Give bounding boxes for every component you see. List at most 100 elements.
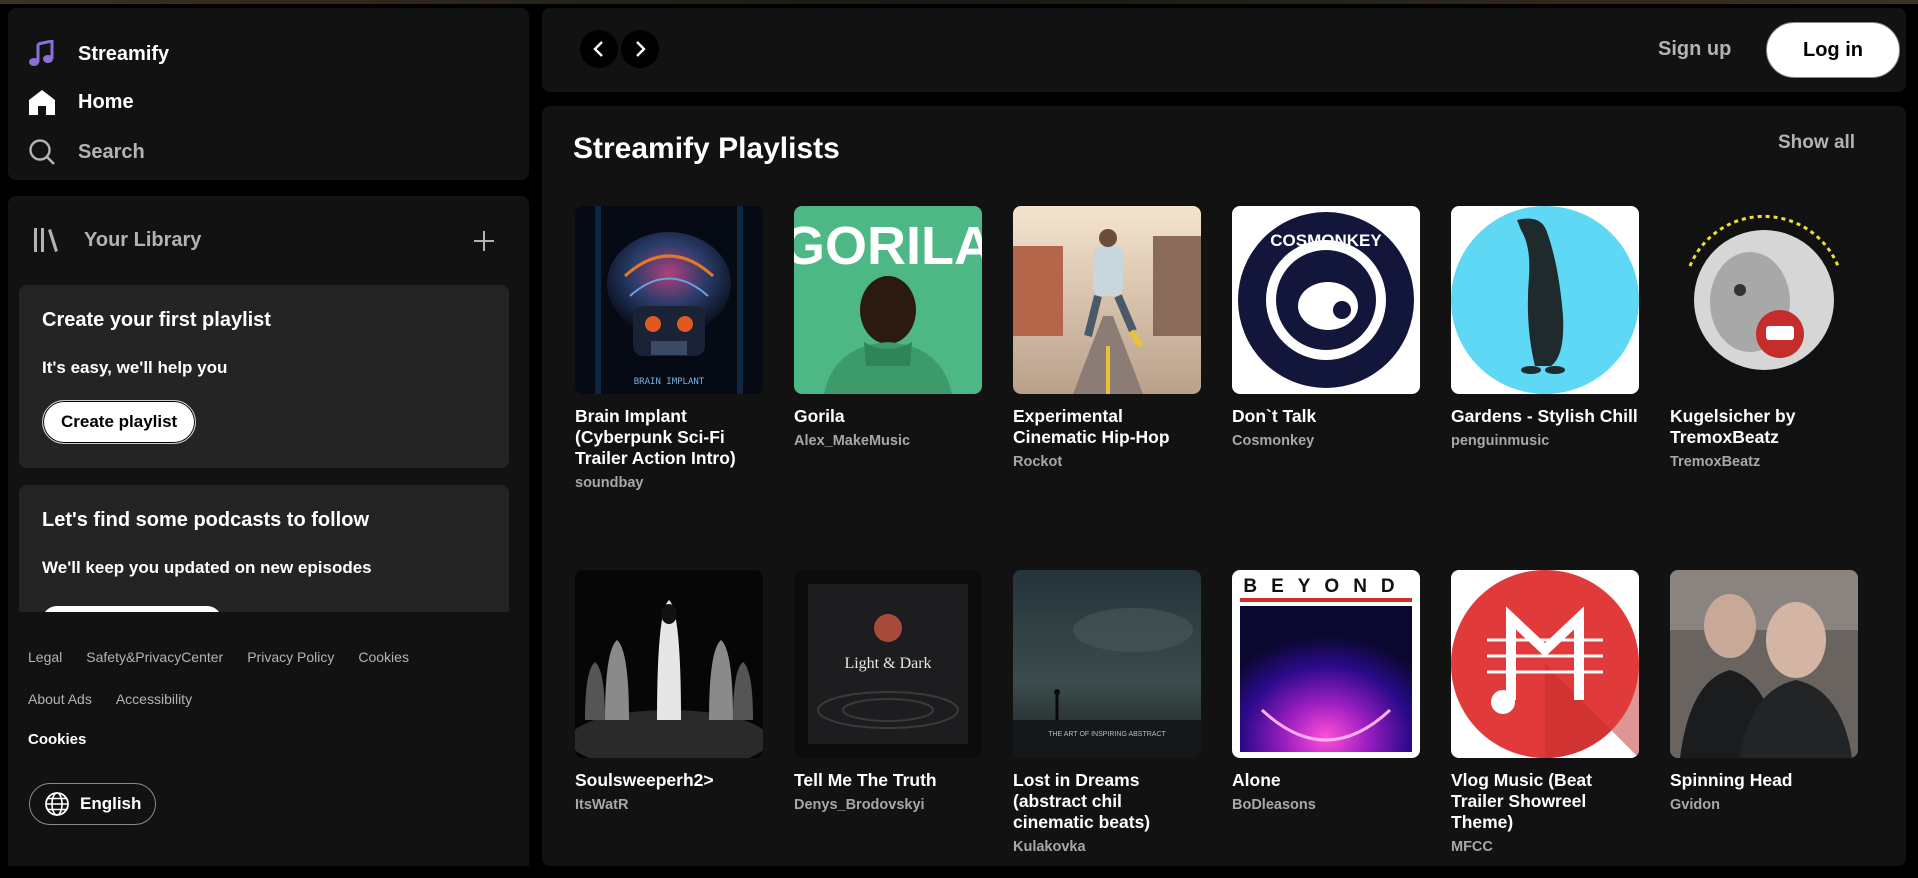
cover-text: GORILA	[794, 216, 982, 276]
playlist-title: Spinning Head	[1670, 770, 1793, 790]
playlist-cover: BRAIN IMPLANT	[575, 206, 763, 394]
playlist-card[interactable]: BRAIN IMPLANT Brain Implant (Cyberpunk S…	[575, 206, 765, 491]
show-all-link[interactable]: Show all	[1778, 132, 1855, 154]
nav-panel: Streamify Home Search	[8, 8, 529, 180]
about-ads-link[interactable]: About Ads	[28, 691, 92, 707]
playlist-artist[interactable]: Gvidon	[1670, 797, 1860, 813]
cover-text: BEYOND	[1243, 576, 1408, 597]
playlist-title: Experimental Cinematic Hip-Hop	[1013, 406, 1170, 447]
lost-in-dreams-cover-art: THE ART OF INSPIRING ABSTRACT	[1013, 570, 1201, 758]
legal-links-row: About Ads Accessibility	[28, 691, 192, 707]
main-content: Streamify Playlists Show all BRAIN IMPLA…	[542, 106, 1906, 866]
cover-text: BRAIN IMPLANT	[634, 377, 705, 387]
playlist-cover	[1670, 206, 1858, 394]
safety-privacy-link[interactable]: Safety&PrivacyCenter	[86, 649, 223, 665]
privacy-policy-link[interactable]: Privacy Policy	[247, 649, 334, 665]
library-icon	[34, 228, 58, 252]
playlist-card[interactable]: COSMONKEY Don`t Talk Cosmonkey	[1232, 206, 1422, 449]
playlist-artist[interactable]: TremoxBeatz	[1670, 454, 1860, 470]
globe-icon	[45, 792, 69, 816]
playlist-artist[interactable]: penguinmusic	[1451, 433, 1641, 449]
playlist-card[interactable]: Vlog Music (Beat Trailer Showreel Theme)…	[1451, 570, 1641, 855]
spinning-head-cover-art	[1670, 570, 1858, 758]
beyond-cover-art: BEYOND	[1232, 570, 1420, 758]
card-subtitle: It's easy, we'll help you	[42, 358, 228, 377]
playlist-cover: THE ART OF INSPIRING ABSTRACT	[1013, 570, 1201, 758]
nav-home[interactable]: Home	[28, 88, 134, 116]
playlist-card[interactable]: Spinning Head Gvidon	[1670, 570, 1860, 813]
playlist-artist[interactable]: ItsWatR	[575, 797, 765, 813]
legal-link[interactable]: Legal	[28, 649, 62, 665]
music-note-icon	[29, 40, 54, 66]
street-dancer-cover-art	[1013, 206, 1201, 394]
gorila-cover-art: GORILA	[794, 206, 982, 394]
plus-icon[interactable]	[469, 226, 499, 256]
playlist-cover	[1451, 206, 1639, 394]
tremoxbeatz-cover-art	[1670, 206, 1858, 394]
playlist-card[interactable]: GORILA Gorila Alex_MakeMusic	[794, 206, 984, 449]
playlist-title: Brain Implant (Cyberpunk Sci-Fi Trailer …	[575, 406, 736, 468]
language-button[interactable]: English	[29, 783, 157, 825]
playlist-title: Gardens - Stylish Chill	[1451, 406, 1638, 426]
playlist-title: Vlog Music (Beat Trailer Showreel Theme)	[1451, 770, 1592, 832]
light-dark-cover-art: Light & Dark	[794, 570, 982, 758]
library-header[interactable]: Your Library	[32, 226, 201, 254]
playlist-card[interactable]: Kugelsicher by TremoxBeatz TremoxBeatz	[1670, 206, 1860, 470]
brand-link[interactable]: Streamify	[28, 40, 169, 68]
nav-home-label: Home	[78, 90, 134, 113]
playlist-artist[interactable]: soundbay	[575, 475, 765, 491]
playlist-artist[interactable]: Kulakovka	[1013, 839, 1203, 855]
playlist-cover	[1451, 570, 1639, 758]
playlist-artist[interactable]: Alex_MakeMusic	[794, 433, 984, 449]
top-bar: Sign up Log in	[542, 8, 1906, 92]
back-button[interactable]	[580, 30, 618, 68]
search-icon	[29, 139, 55, 165]
window-top-edge	[0, 0, 1918, 4]
create-playlist-card: Create your first playlist It's easy, we…	[19, 285, 509, 468]
playlist-card[interactable]: BEYOND Alone BoDleasons	[1232, 570, 1422, 813]
accessibility-link[interactable]: Accessibility	[116, 691, 192, 707]
playlist-cover	[575, 570, 763, 758]
soulsweeper-cover-art	[575, 570, 763, 758]
section-title[interactable]: Streamify Playlists	[573, 132, 840, 166]
library-title: Your Library	[84, 228, 202, 251]
chevron-left-icon	[593, 41, 603, 57]
cover-text: THE ART OF INSPIRING ABSTRACT	[1048, 731, 1166, 738]
forward-button[interactable]	[621, 30, 659, 68]
playlist-artist[interactable]: BoDleasons	[1232, 797, 1422, 813]
playlist-card[interactable]: Experimental Cinematic Hip-Hop Rockot	[1013, 206, 1203, 470]
playlist-cover: GORILA	[794, 206, 982, 394]
cookies-settings-link[interactable]: Cookies	[28, 731, 86, 748]
playlist-title: Lost in Dreams (abstract chil cinematic …	[1013, 770, 1151, 832]
nav-search[interactable]: Search	[28, 138, 145, 166]
playlist-card[interactable]: Soulsweeperh2> ItsWatR	[575, 570, 765, 813]
playlist-artist[interactable]: Rockot	[1013, 454, 1203, 470]
log-in-button[interactable]: Log in	[1766, 22, 1900, 78]
cookies-link[interactable]: Cookies	[358, 649, 409, 665]
playlist-title: Soulsweeperh2>	[575, 770, 714, 790]
brand-name: Streamify	[78, 42, 170, 65]
nav-search-label: Search	[78, 140, 145, 163]
create-playlist-button[interactable]: Create playlist	[42, 400, 197, 444]
cover-text: COSMONKEY	[1270, 231, 1382, 250]
playlist-title: Kugelsicher by TremoxBeatz	[1670, 406, 1796, 447]
playlist-cover: BEYOND	[1232, 570, 1420, 758]
sidebar-footer: Legal Safety&PrivacyCenter Privacy Polic…	[8, 612, 529, 866]
playlist-card[interactable]: THE ART OF INSPIRING ABSTRACT Lost in Dr…	[1013, 570, 1203, 855]
playlist-title: Don`t Talk	[1232, 406, 1317, 426]
playlist-artist[interactable]: MFCC	[1451, 839, 1641, 855]
card-title: Let's find some podcasts to follow	[42, 509, 370, 531]
playlist-artist[interactable]: Denys_Brodovskyi	[794, 797, 984, 813]
cover-text: Light & Dark	[844, 655, 931, 672]
legal-links-row: Legal Safety&PrivacyCenter Privacy Polic…	[28, 649, 409, 665]
sign-up-button[interactable]: Sign up	[1658, 38, 1731, 61]
card-title: Create your first playlist	[42, 309, 271, 331]
playlist-cover	[1013, 206, 1201, 394]
vlog-music-cover-art	[1451, 570, 1639, 758]
playlist-card[interactable]: Gardens - Stylish Chill penguinmusic	[1451, 206, 1641, 449]
playlist-artist[interactable]: Cosmonkey	[1232, 433, 1422, 449]
language-label: English	[80, 794, 142, 813]
playlist-card[interactable]: Light & Dark Tell Me The Truth Denys_Bro…	[794, 570, 984, 813]
playlist-title: Gorila	[794, 406, 845, 426]
home-icon	[29, 90, 55, 115]
